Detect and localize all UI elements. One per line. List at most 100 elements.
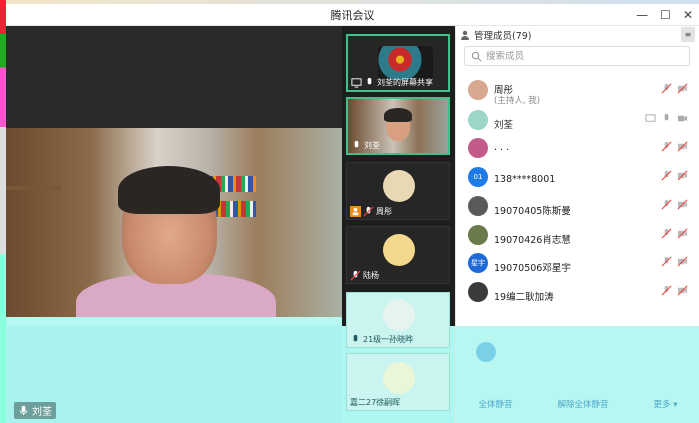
avatar — [383, 170, 415, 202]
camera-off-icon[interactable] — [677, 141, 688, 152]
muted-microphone-icon[interactable] — [661, 256, 672, 267]
window-title: 腾讯会议 — [330, 8, 375, 22]
thumbnail-label: 21级一孙晓晔 — [350, 334, 413, 345]
render-overlay — [6, 326, 342, 423]
muted-microphone-icon[interactable] — [661, 228, 672, 239]
thumbnail-label: 刘荃的屏幕共享 — [351, 77, 433, 88]
minimize-button[interactable]: — — [636, 8, 648, 22]
thumbnail-screen-share[interactable]: 刘荃的屏幕共享 — [346, 34, 450, 92]
member-row[interactable]: 刘荃 — [456, 108, 699, 136]
microphone-icon[interactable] — [661, 113, 672, 124]
avatar: 星宇 — [468, 253, 488, 273]
thumbnail-participant[interactable]: 陆杨 — [346, 226, 450, 284]
muted-microphone-icon[interactable] — [661, 141, 672, 152]
thumbnail-participant[interactable]: 21级一孙晓晔 — [346, 292, 450, 348]
thumbnail-name: 周彤 — [376, 207, 392, 216]
microphone-icon — [353, 334, 358, 342]
host-icon — [350, 206, 361, 217]
member-name: 19编二耿加涛 — [494, 292, 554, 303]
muted-microphone-icon[interactable] — [661, 170, 672, 181]
avatar — [468, 80, 488, 100]
member-row[interactable]: 19070426肖志慧 — [456, 223, 699, 251]
member-status-icons — [661, 228, 688, 239]
camera-icon[interactable] — [677, 113, 688, 124]
avatar — [383, 362, 415, 394]
avatar — [468, 138, 488, 158]
microphone-icon — [367, 77, 372, 85]
member-name: 19070405陈斯曼 — [494, 206, 571, 217]
muted-microphone-icon — [363, 206, 374, 217]
thumbnail-label: 陆杨 — [350, 270, 379, 281]
camera-off-icon[interactable] — [677, 170, 688, 181]
camera-off-icon[interactable] — [677, 285, 688, 296]
member-row[interactable]: 周彤 (主持人, 我) — [456, 78, 699, 106]
member-search[interactable] — [464, 46, 690, 66]
member-row[interactable]: · · · — [456, 136, 699, 164]
mute-all-button[interactable]: 全体静音 — [479, 398, 513, 410]
bookshelf — [6, 186, 61, 190]
thumbnail-name: 刘荃 — [364, 141, 380, 150]
avatar — [468, 225, 488, 245]
more-button[interactable]: 更多 ▾ — [654, 398, 678, 410]
search-icon — [471, 51, 482, 61]
camera-off-icon[interactable] — [677, 256, 688, 267]
main-video[interactable]: 刘荃 — [6, 26, 342, 423]
main-speaker-label: 刘荃 — [14, 402, 56, 419]
camera-off-icon[interactable] — [677, 199, 688, 210]
member-row[interactable]: 星宇 19070506邓星宇 — [456, 251, 699, 279]
screen-share-preview — [378, 46, 433, 80]
thumbnail-name: 陆杨 — [363, 271, 379, 280]
member-name: 138****8001 — [494, 174, 556, 185]
member-name: 刘荃 — [494, 120, 514, 131]
screen-share-icon — [351, 78, 362, 88]
avatar — [468, 110, 488, 130]
member-row[interactable]: 19070405陈斯曼 — [456, 194, 699, 222]
member-name: 19070426肖志慧 — [494, 235, 571, 246]
members-panel: 管理成员(79) ≡ 周彤 (主持人, 我) 刘荃 · · · 01 — [455, 26, 699, 423]
member-status-icons — [645, 113, 688, 124]
member-row[interactable]: 01 138****8001 — [456, 165, 699, 193]
user-icon — [461, 30, 469, 40]
muted-microphone-icon — [350, 270, 361, 281]
camera-off-icon[interactable] — [677, 83, 688, 94]
window-controls: — ☐ ✕ — [636, 4, 693, 26]
video-dark-region — [6, 26, 342, 128]
muted-microphone-icon[interactable] — [661, 285, 672, 296]
maximize-button[interactable]: ☐ — [660, 8, 671, 22]
members-panel-header: 管理成员(79) — [456, 26, 699, 44]
avatar — [468, 196, 488, 216]
avatar — [468, 282, 488, 302]
thumbnail-participant[interactable]: 嘉二27徐嗣晖 — [346, 353, 450, 411]
thumbnail-label: 嘉二27徐嗣晖 — [350, 397, 400, 408]
member-status-icons — [661, 285, 688, 296]
screen-share-icon[interactable] — [645, 113, 656, 124]
thumbnail-name: 21级一孙晓晔 — [363, 335, 414, 344]
thumbnail-label: 刘荃 — [351, 140, 380, 151]
muted-microphone-icon[interactable] — [661, 83, 672, 94]
video-thumbnail-column: 刘荃的屏幕共享 刘荃 周彤 陆杨 21级一孙晓晔 嘉二27徐嗣晖 — [342, 26, 455, 423]
microphone-icon — [19, 405, 28, 416]
avatar — [383, 299, 415, 331]
window-titlebar: 腾讯会议 — ☐ ✕ — [6, 4, 699, 26]
close-button[interactable]: ✕ — [683, 8, 693, 22]
thumbnail-name: 刘荃的屏幕共享 — [377, 78, 433, 87]
avatar — [476, 342, 496, 362]
thumbnail-participant[interactable]: 刘荃 — [346, 97, 450, 155]
members-panel-title: 管理成员(79) — [474, 31, 532, 42]
avatar — [383, 234, 415, 266]
camera-off-icon[interactable] — [677, 228, 688, 239]
member-search-input[interactable] — [486, 50, 676, 62]
avatar: 01 — [468, 167, 488, 187]
member-status-icons — [661, 199, 688, 210]
member-name: 19070506邓星宇 — [494, 263, 571, 274]
unmute-all-button[interactable]: 解除全体静音 — [558, 398, 609, 410]
member-role: (主持人, 我) — [494, 96, 541, 106]
muted-microphone-icon[interactable] — [661, 199, 672, 210]
microphone-icon — [354, 140, 359, 148]
member-row[interactable]: 19编二耿加涛 — [456, 280, 699, 308]
panel-menu-button[interactable]: ≡ — [681, 27, 695, 42]
speaker-hair — [118, 166, 220, 214]
member-name: · · · — [494, 145, 510, 156]
thumbnail-participant[interactable]: 周彤 — [346, 162, 450, 220]
main-speaker-name: 刘荃 — [32, 407, 52, 418]
